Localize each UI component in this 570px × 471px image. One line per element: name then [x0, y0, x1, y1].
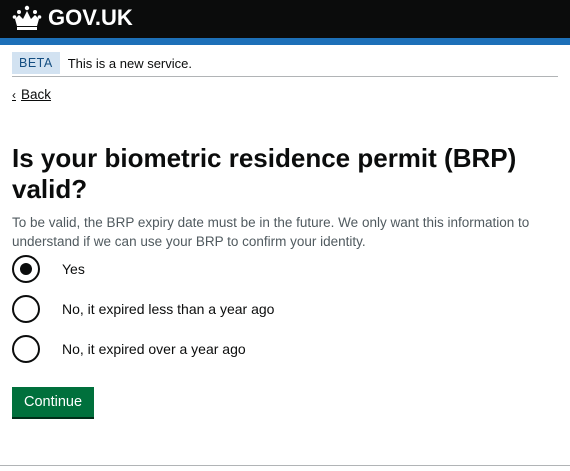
back-link-label: Back [21, 87, 52, 102]
govuk-logo-link[interactable]: GOV.UK [12, 5, 133, 31]
site-header: GOV.UK [0, 0, 570, 45]
page-title: Is your biometric residence permit (BRP)… [12, 143, 517, 204]
beta-tag: BETA [12, 52, 60, 74]
radio-label: Yes [62, 261, 85, 277]
divider [0, 465, 570, 466]
chevron-left-icon: ‹ [12, 87, 16, 102]
phase-banner-text: This is a new service. [67, 55, 192, 71]
back-link[interactable]: ‹ Back [12, 87, 51, 102]
phase-banner: BETA This is a new service. [12, 50, 558, 77]
radio-option-expired-less-than-year[interactable]: No, it expired less than a year ago [12, 291, 274, 327]
radio-label: No, it expired less than a year ago [62, 301, 275, 317]
govuk-logo-text: GOV.UK [48, 5, 133, 30]
radio-option-expired-over-year[interactable]: No, it expired over a year ago [12, 331, 274, 367]
radio-label: No, it expired over a year ago [62, 341, 246, 357]
continue-button[interactable]: Continue [12, 387, 95, 417]
radio-button[interactable] [12, 295, 40, 323]
radio-button-checked[interactable] [12, 255, 40, 283]
crown-icon [12, 5, 42, 30]
radio-option-yes[interactable]: Yes [12, 251, 274, 287]
question-hint: To be valid, the BRP expiry date must be… [12, 215, 530, 249]
radio-group: Yes No, it expired less than a year ago … [12, 251, 274, 371]
radio-button[interactable] [12, 335, 40, 363]
